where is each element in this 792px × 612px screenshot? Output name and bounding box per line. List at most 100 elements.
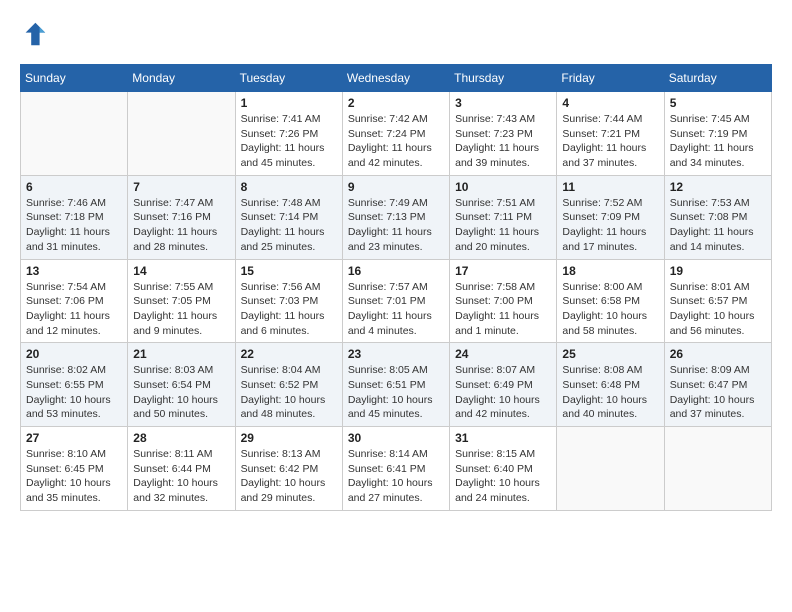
day-info: Sunrise: 7:43 AM Sunset: 7:23 PM Dayligh…: [455, 112, 551, 171]
calendar-cell: 13Sunrise: 7:54 AM Sunset: 7:06 PM Dayli…: [21, 259, 128, 343]
header-tuesday: Tuesday: [235, 65, 342, 92]
calendar-cell: 14Sunrise: 7:55 AM Sunset: 7:05 PM Dayli…: [128, 259, 235, 343]
calendar-week-4: 20 Sunrise: 8:02 AM Sunset: 6:55 PM Dayli…: [21, 343, 772, 427]
calendar: Sunday Monday Tuesday Wednesday Thursday…: [20, 64, 772, 511]
calendar-cell: 26 Sunrise: 8:09 AM Sunset: 6:47 PM Dayli…: [664, 343, 771, 427]
calendar-cell: 20 Sunrise: 8:02 AM Sunset: 6:55 PM Dayli…: [21, 343, 128, 427]
calendar-cell: 1Sunrise: 7:41 AM Sunset: 7:26 PM Daylig…: [235, 92, 342, 176]
calendar-cell: 15Sunrise: 7:56 AM Sunset: 7:03 PM Dayli…: [235, 259, 342, 343]
calendar-cell: 7 Sunrise: 7:47 AM Sunset: 7:16 PM Daylig…: [128, 175, 235, 259]
calendar-week-1: 1Sunrise: 7:41 AM Sunset: 7:26 PM Daylig…: [21, 92, 772, 176]
calendar-cell: 18 Sunrise: 8:00 AM Sunset: 6:58 PM Dayli…: [557, 259, 664, 343]
logo: [20, 20, 52, 48]
day-number: 5: [670, 96, 766, 110]
day-info: Sunrise: 8:11 AM Sunset: 6:44 PM Dayligh…: [133, 447, 229, 506]
day-info: Sunrise: 7:44 AM Sunset: 7:21 PM Dayligh…: [562, 112, 658, 171]
day-number: 25: [562, 347, 658, 361]
calendar-cell: 3 Sunrise: 7:43 AM Sunset: 7:23 PM Daylig…: [450, 92, 557, 176]
day-number: 21: [133, 347, 229, 361]
day-number: 2: [348, 96, 444, 110]
day-number: 29: [241, 431, 337, 445]
day-number: 24: [455, 347, 551, 361]
calendar-cell: 27 Sunrise: 8:10 AM Sunset: 6:45 PM Dayli…: [21, 427, 128, 511]
calendar-cell: 17 Sunrise: 7:58 AM Sunset: 7:00 PM Dayli…: [450, 259, 557, 343]
day-number: 22: [241, 347, 337, 361]
day-number: 31: [455, 431, 551, 445]
header-thursday: Thursday: [450, 65, 557, 92]
header-saturday: Saturday: [664, 65, 771, 92]
header-friday: Friday: [557, 65, 664, 92]
day-info: Sunrise: 8:07 AM Sunset: 6:49 PM Dayligh…: [455, 363, 551, 422]
day-info: Sunrise: 7:42 AM Sunset: 7:24 PM Dayligh…: [348, 112, 444, 171]
calendar-cell: 6 Sunrise: 7:46 AM Sunset: 7:18 PM Daylig…: [21, 175, 128, 259]
calendar-cell: [128, 92, 235, 176]
day-info: Sunrise: 7:45 AM Sunset: 7:19 PM Dayligh…: [670, 112, 766, 171]
day-info: Sunrise: 8:09 AM Sunset: 6:47 PM Dayligh…: [670, 363, 766, 422]
calendar-cell: 4 Sunrise: 7:44 AM Sunset: 7:21 PM Daylig…: [557, 92, 664, 176]
day-number: 16: [348, 264, 444, 278]
calendar-cell: 8 Sunrise: 7:48 AM Sunset: 7:14 PM Daylig…: [235, 175, 342, 259]
day-info: Sunrise: 7:51 AM Sunset: 7:11 PM Dayligh…: [455, 196, 551, 255]
day-info: Sunrise: 7:53 AM Sunset: 7:08 PM Dayligh…: [670, 196, 766, 255]
day-info: Sunrise: 7:46 AM Sunset: 7:18 PM Dayligh…: [26, 196, 122, 255]
day-number: 27: [26, 431, 122, 445]
day-number: 17: [455, 264, 551, 278]
day-info: Sunrise: 8:03 AM Sunset: 6:54 PM Dayligh…: [133, 363, 229, 422]
day-number: 20: [26, 347, 122, 361]
calendar-cell: 24 Sunrise: 8:07 AM Sunset: 6:49 PM Dayli…: [450, 343, 557, 427]
calendar-cell: 5 Sunrise: 7:45 AM Sunset: 7:19 PM Daylig…: [664, 92, 771, 176]
day-number: 8: [241, 180, 337, 194]
day-info: Sunrise: 7:57 AM Sunset: 7:01 PM Dayligh…: [348, 280, 444, 339]
day-number: 18: [562, 264, 658, 278]
day-info: Sunrise: 8:10 AM Sunset: 6:45 PM Dayligh…: [26, 447, 122, 506]
day-number: 9: [348, 180, 444, 194]
day-info: Sunrise: 8:05 AM Sunset: 6:51 PM Dayligh…: [348, 363, 444, 422]
day-number: 6: [26, 180, 122, 194]
header-monday: Monday: [128, 65, 235, 92]
calendar-cell: 21 Sunrise: 8:03 AM Sunset: 6:54 PM Dayli…: [128, 343, 235, 427]
day-info: Sunrise: 7:55 AM Sunset: 7:05 PM Dayligh…: [133, 280, 229, 339]
calendar-cell: 2 Sunrise: 7:42 AM Sunset: 7:24 PM Daylig…: [342, 92, 449, 176]
day-info: Sunrise: 8:01 AM Sunset: 6:57 PM Dayligh…: [670, 280, 766, 339]
calendar-cell: 29 Sunrise: 8:13 AM Sunset: 6:42 PM Dayli…: [235, 427, 342, 511]
day-info: Sunrise: 8:00 AM Sunset: 6:58 PM Dayligh…: [562, 280, 658, 339]
day-number: 11: [562, 180, 658, 194]
day-info: Sunrise: 8:04 AM Sunset: 6:52 PM Dayligh…: [241, 363, 337, 422]
day-number: 30: [348, 431, 444, 445]
day-info: Sunrise: 7:48 AM Sunset: 7:14 PM Dayligh…: [241, 196, 337, 255]
day-info: Sunrise: 7:52 AM Sunset: 7:09 PM Dayligh…: [562, 196, 658, 255]
day-info: Sunrise: 7:58 AM Sunset: 7:00 PM Dayligh…: [455, 280, 551, 339]
day-number: 7: [133, 180, 229, 194]
day-info: Sunrise: 8:14 AM Sunset: 6:41 PM Dayligh…: [348, 447, 444, 506]
calendar-week-3: 13Sunrise: 7:54 AM Sunset: 7:06 PM Dayli…: [21, 259, 772, 343]
day-number: 19: [670, 264, 766, 278]
calendar-cell: 11 Sunrise: 7:52 AM Sunset: 7:09 PM Dayli…: [557, 175, 664, 259]
day-number: 26: [670, 347, 766, 361]
day-info: Sunrise: 7:54 AM Sunset: 7:06 PM Dayligh…: [26, 280, 122, 339]
header-sunday: Sunday: [21, 65, 128, 92]
day-info: Sunrise: 8:02 AM Sunset: 6:55 PM Dayligh…: [26, 363, 122, 422]
calendar-cell: 22 Sunrise: 8:04 AM Sunset: 6:52 PM Dayli…: [235, 343, 342, 427]
calendar-cell: 23 Sunrise: 8:05 AM Sunset: 6:51 PM Dayli…: [342, 343, 449, 427]
calendar-cell: 30 Sunrise: 8:14 AM Sunset: 6:41 PM Dayli…: [342, 427, 449, 511]
day-number: 10: [455, 180, 551, 194]
calendar-cell: 12Sunrise: 7:53 AM Sunset: 7:08 PM Dayli…: [664, 175, 771, 259]
calendar-cell: 25 Sunrise: 8:08 AM Sunset: 6:48 PM Dayli…: [557, 343, 664, 427]
header-wednesday: Wednesday: [342, 65, 449, 92]
calendar-week-5: 27 Sunrise: 8:10 AM Sunset: 6:45 PM Dayli…: [21, 427, 772, 511]
day-number: 28: [133, 431, 229, 445]
calendar-cell: 28 Sunrise: 8:11 AM Sunset: 6:44 PM Dayli…: [128, 427, 235, 511]
calendar-cell: [557, 427, 664, 511]
day-number: 1: [241, 96, 337, 110]
day-number: 3: [455, 96, 551, 110]
weekday-header-row: Sunday Monday Tuesday Wednesday Thursday…: [21, 65, 772, 92]
day-info: Sunrise: 8:13 AM Sunset: 6:42 PM Dayligh…: [241, 447, 337, 506]
header: [20, 20, 772, 48]
day-info: Sunrise: 7:47 AM Sunset: 7:16 PM Dayligh…: [133, 196, 229, 255]
day-number: 23: [348, 347, 444, 361]
calendar-cell: 9Sunrise: 7:49 AM Sunset: 7:13 PM Daylig…: [342, 175, 449, 259]
calendar-cell: [21, 92, 128, 176]
day-info: Sunrise: 7:56 AM Sunset: 7:03 PM Dayligh…: [241, 280, 337, 339]
day-info: Sunrise: 8:08 AM Sunset: 6:48 PM Dayligh…: [562, 363, 658, 422]
day-number: 4: [562, 96, 658, 110]
